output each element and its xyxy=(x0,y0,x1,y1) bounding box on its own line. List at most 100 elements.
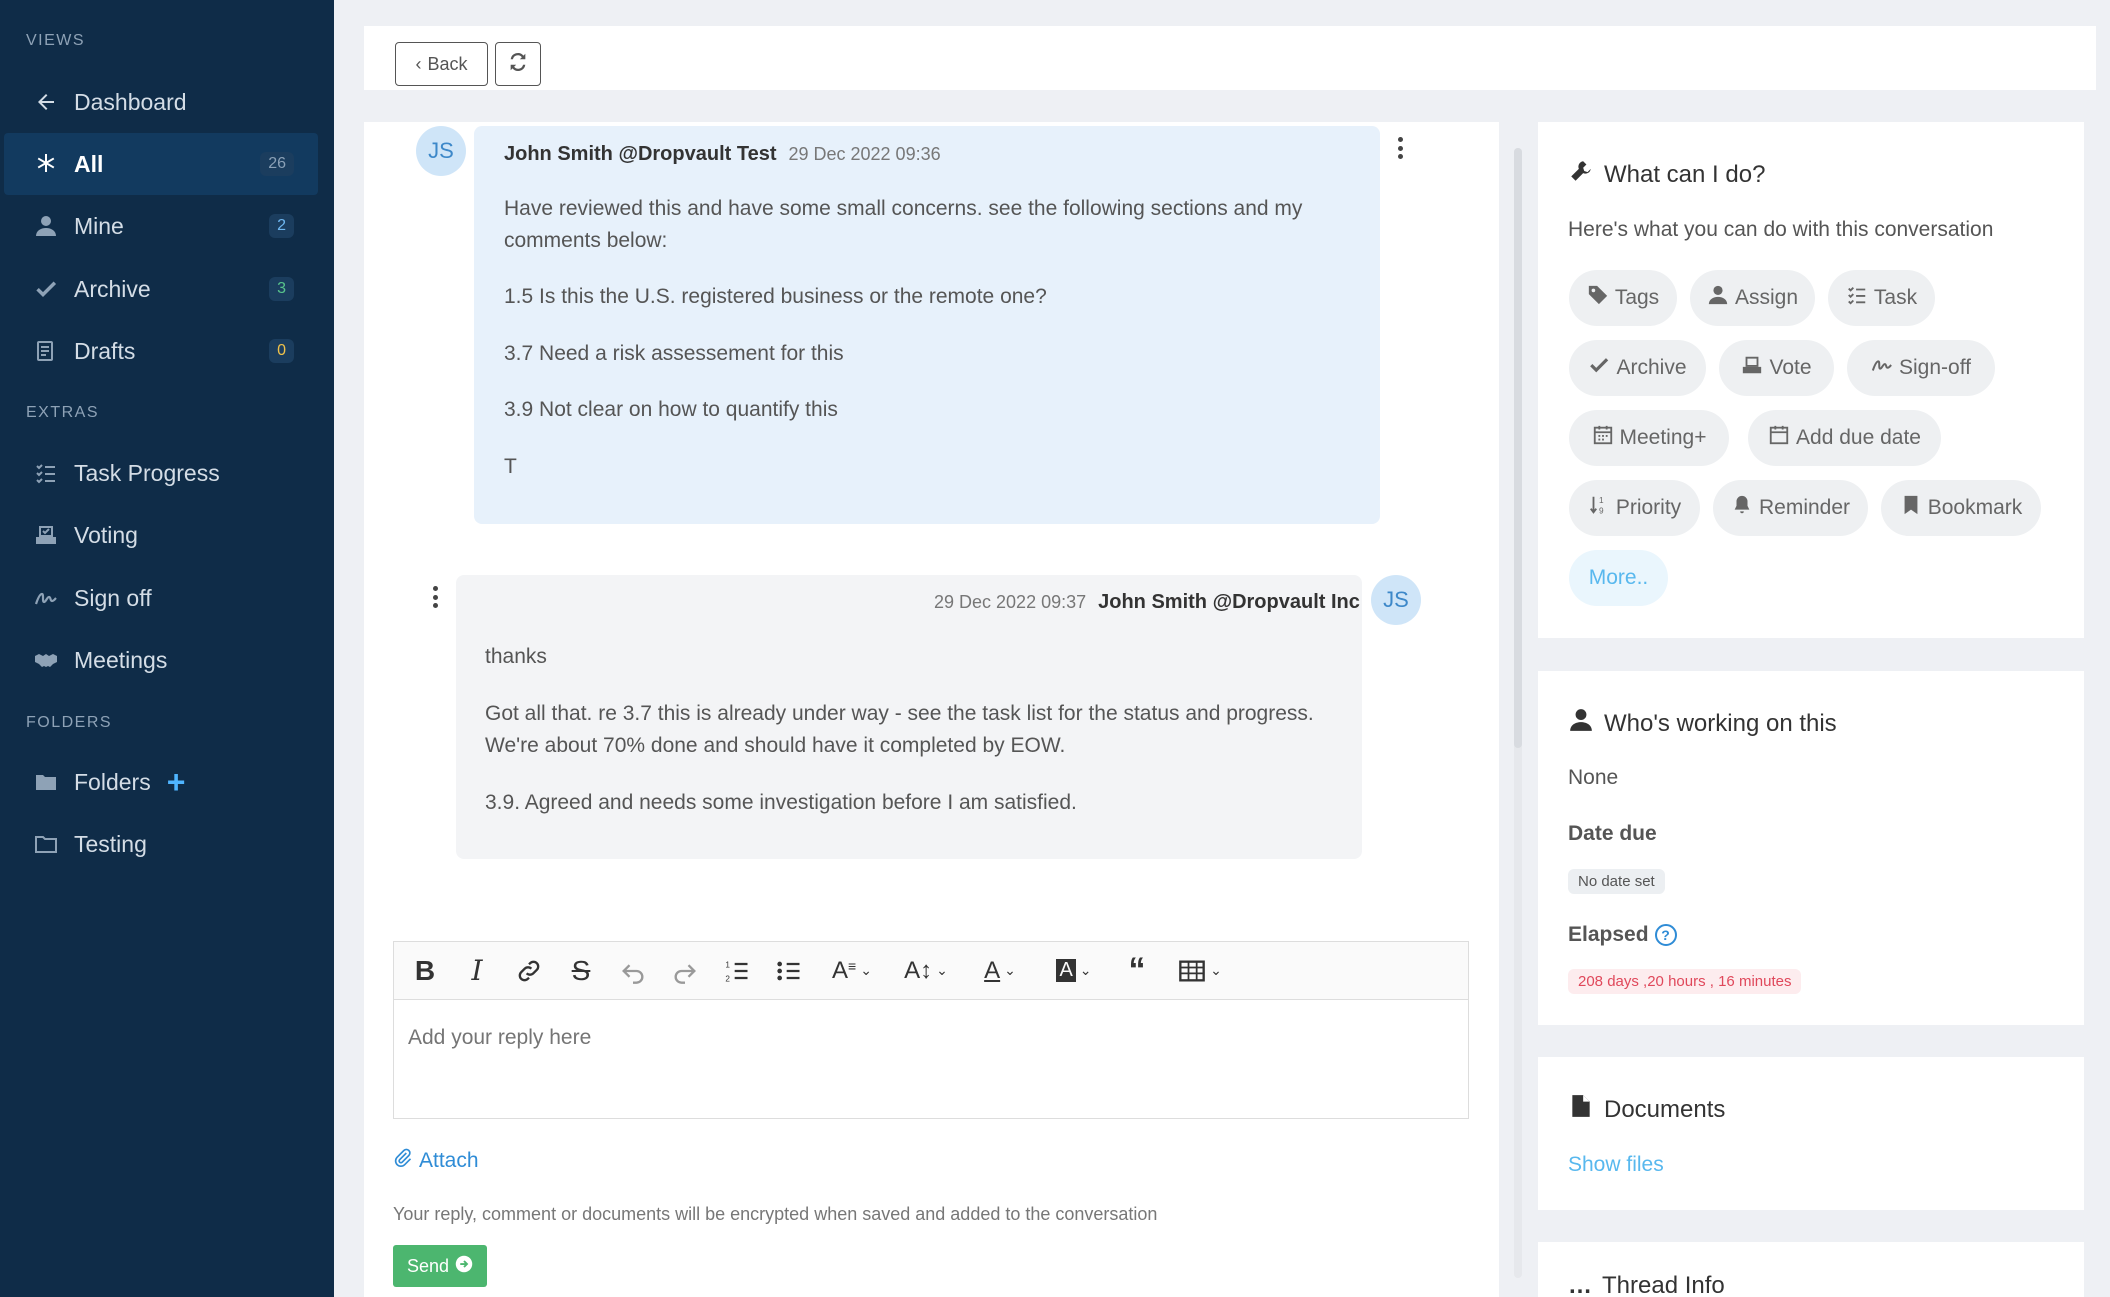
check-icon xyxy=(32,275,60,303)
refresh-button[interactable] xyxy=(495,42,541,86)
actions-card: What can I do? Here's what you can do wi… xyxy=(1538,122,2084,638)
scrollbar-thumb[interactable] xyxy=(1514,148,1522,748)
folders-heading: FOLDERS xyxy=(26,714,113,731)
tags-button[interactable]: Tags xyxy=(1569,270,1677,326)
italic-icon[interactable]: I xyxy=(458,951,496,991)
extras-heading: EXTRAS xyxy=(26,404,100,421)
reminder-button[interactable]: Reminder xyxy=(1713,480,1868,536)
add-folder-icon[interactable]: + xyxy=(167,766,186,798)
vote-icon xyxy=(32,521,60,549)
check-icon xyxy=(1588,354,1610,382)
tools-icon xyxy=(1568,158,1594,191)
table-dropdown-icon[interactable]: ⌄ xyxy=(1170,951,1230,991)
message-text: comments below: xyxy=(504,229,668,252)
undo-icon[interactable] xyxy=(614,951,652,991)
strikethrough-icon[interactable]: S xyxy=(562,951,600,991)
numbered-list-icon[interactable]: 12 xyxy=(718,951,756,991)
show-files-link[interactable]: Show files xyxy=(1568,1153,1664,1177)
message-text: 3.7 Need a risk assessement for this xyxy=(504,342,844,365)
sidebar-item-label: Dashboard xyxy=(74,88,187,115)
sidebar-item-label: Task Progress xyxy=(74,459,220,486)
tasks-icon xyxy=(1846,284,1868,312)
message-text: 3.9 Not clear on how to quantify this xyxy=(504,398,838,421)
calendar-icon xyxy=(1768,424,1790,452)
bullet-list-icon[interactable] xyxy=(770,951,808,991)
paperclip-icon xyxy=(393,1147,413,1175)
bookmark-button[interactable]: Bookmark xyxy=(1881,480,2041,536)
sidebar-item-label: Voting xyxy=(74,521,138,548)
signature-icon xyxy=(1871,354,1893,382)
more-button[interactable]: More.. xyxy=(1569,550,1668,606)
message-options-icon[interactable] xyxy=(1390,133,1410,163)
user-icon xyxy=(1707,284,1729,312)
sidebar-item-all[interactable]: All 26 xyxy=(4,133,318,195)
back-button[interactable]: ‹ Back xyxy=(395,42,488,86)
font-color-dropdown-icon[interactable]: A ⌄ xyxy=(970,951,1030,991)
sidebar: VIEWS Dashboard All 26 Mine 2 Archive 3 … xyxy=(0,0,334,1297)
bold-icon[interactable]: B xyxy=(406,951,444,991)
thread-info-card: … Thread Info xyxy=(1538,1242,2084,1297)
user-icon xyxy=(1568,707,1594,740)
sidebar-item-archive[interactable]: Archive 3 xyxy=(4,258,318,320)
pill-label: Bookmark xyxy=(1927,496,2023,519)
sidebar-item-sign-off[interactable]: Sign off xyxy=(4,567,318,629)
sidebar-item-voting[interactable]: Voting xyxy=(4,504,318,566)
thread-info-title: … Thread Info xyxy=(1568,1272,1725,1297)
assign-button[interactable]: Assign xyxy=(1690,270,1815,326)
file-icon xyxy=(1568,1093,1594,1126)
priority-button[interactable]: 19 Priority xyxy=(1569,480,1700,536)
sign-off-button[interactable]: Sign-off xyxy=(1847,340,1995,396)
signature-icon xyxy=(32,584,60,612)
top-bar: ‹ Back xyxy=(364,26,2096,90)
folder-icon xyxy=(32,768,60,796)
send-button[interactable]: Send xyxy=(393,1245,487,1287)
pill-label: Archive xyxy=(1616,356,1687,379)
conversation-scrollbar[interactable] xyxy=(1514,148,1522,1278)
sidebar-item-label: Testing xyxy=(74,830,147,857)
arrow-left-icon xyxy=(32,88,60,116)
sidebar-item-drafts[interactable]: Drafts 0 xyxy=(4,320,318,382)
heading-dropdown-icon[interactable]: A ≡ ⌄ xyxy=(822,951,882,991)
add-due-date-button[interactable]: Add due date xyxy=(1748,410,1941,466)
reply-input[interactable] xyxy=(394,1000,1468,1118)
meeting-button[interactable]: Meeting+ xyxy=(1569,410,1729,466)
handshake-icon xyxy=(32,646,60,674)
arrow-circle-right-icon xyxy=(455,1255,473,1278)
pill-label: Tags xyxy=(1614,286,1660,309)
font-size-dropdown-icon[interactable]: A↕ ⌄ xyxy=(896,951,956,991)
elapsed-label-row: Elapsed? xyxy=(1568,923,1677,947)
message-header: John Smith @Dropvault Test 29 Dec 2022 0… xyxy=(504,143,941,166)
sidebar-item-dashboard[interactable]: Dashboard xyxy=(4,71,318,133)
task-button[interactable]: Task xyxy=(1828,270,1935,326)
pill-label: Add due date xyxy=(1796,426,1921,449)
assignee-value: None xyxy=(1568,766,1619,789)
sidebar-item-label: Mine xyxy=(74,212,124,239)
asterisk-icon xyxy=(32,150,60,178)
vote-icon xyxy=(1741,354,1763,382)
editor-toolbar: B I S 12 A ≡ ⌄ A↕ ⌄ A ⌄ A ⌄ “ ⌄ xyxy=(394,942,1468,1000)
sidebar-item-meetings[interactable]: Meetings xyxy=(4,629,318,691)
documents-card-title: Documents xyxy=(1568,1093,1725,1126)
pill-label: Vote xyxy=(1769,356,1812,379)
blockquote-icon[interactable]: “ xyxy=(1118,951,1156,991)
highlight-dropdown-icon[interactable]: A ⌄ xyxy=(1044,951,1104,991)
message-author: John Smith @Dropvault Inc xyxy=(1098,591,1360,613)
actions-card-title: What can I do? xyxy=(1568,158,1765,191)
sidebar-item-task-progress[interactable]: Task Progress xyxy=(4,442,318,504)
sidebar-item-folders[interactable]: Folders + xyxy=(4,751,318,813)
vote-button[interactable]: Vote xyxy=(1719,340,1834,396)
sidebar-item-mine[interactable]: Mine 2 xyxy=(4,195,318,257)
sidebar-item-label: All xyxy=(74,150,104,177)
card-title-text: What can I do? xyxy=(1604,160,1766,188)
redo-icon[interactable] xyxy=(666,951,704,991)
avatar: JS xyxy=(1371,575,1421,625)
pill-label: Task xyxy=(1873,286,1918,309)
archive-button[interactable]: Archive xyxy=(1569,340,1706,396)
message-options-icon[interactable] xyxy=(425,582,445,612)
count-badge: 0 xyxy=(269,339,294,363)
sidebar-item-testing[interactable]: Testing xyxy=(4,813,318,875)
attach-link[interactable]: Attach xyxy=(393,1147,479,1175)
link-icon[interactable] xyxy=(510,951,548,991)
working-card-title: Who's working on this xyxy=(1568,707,1837,740)
help-icon[interactable]: ? xyxy=(1654,924,1677,947)
